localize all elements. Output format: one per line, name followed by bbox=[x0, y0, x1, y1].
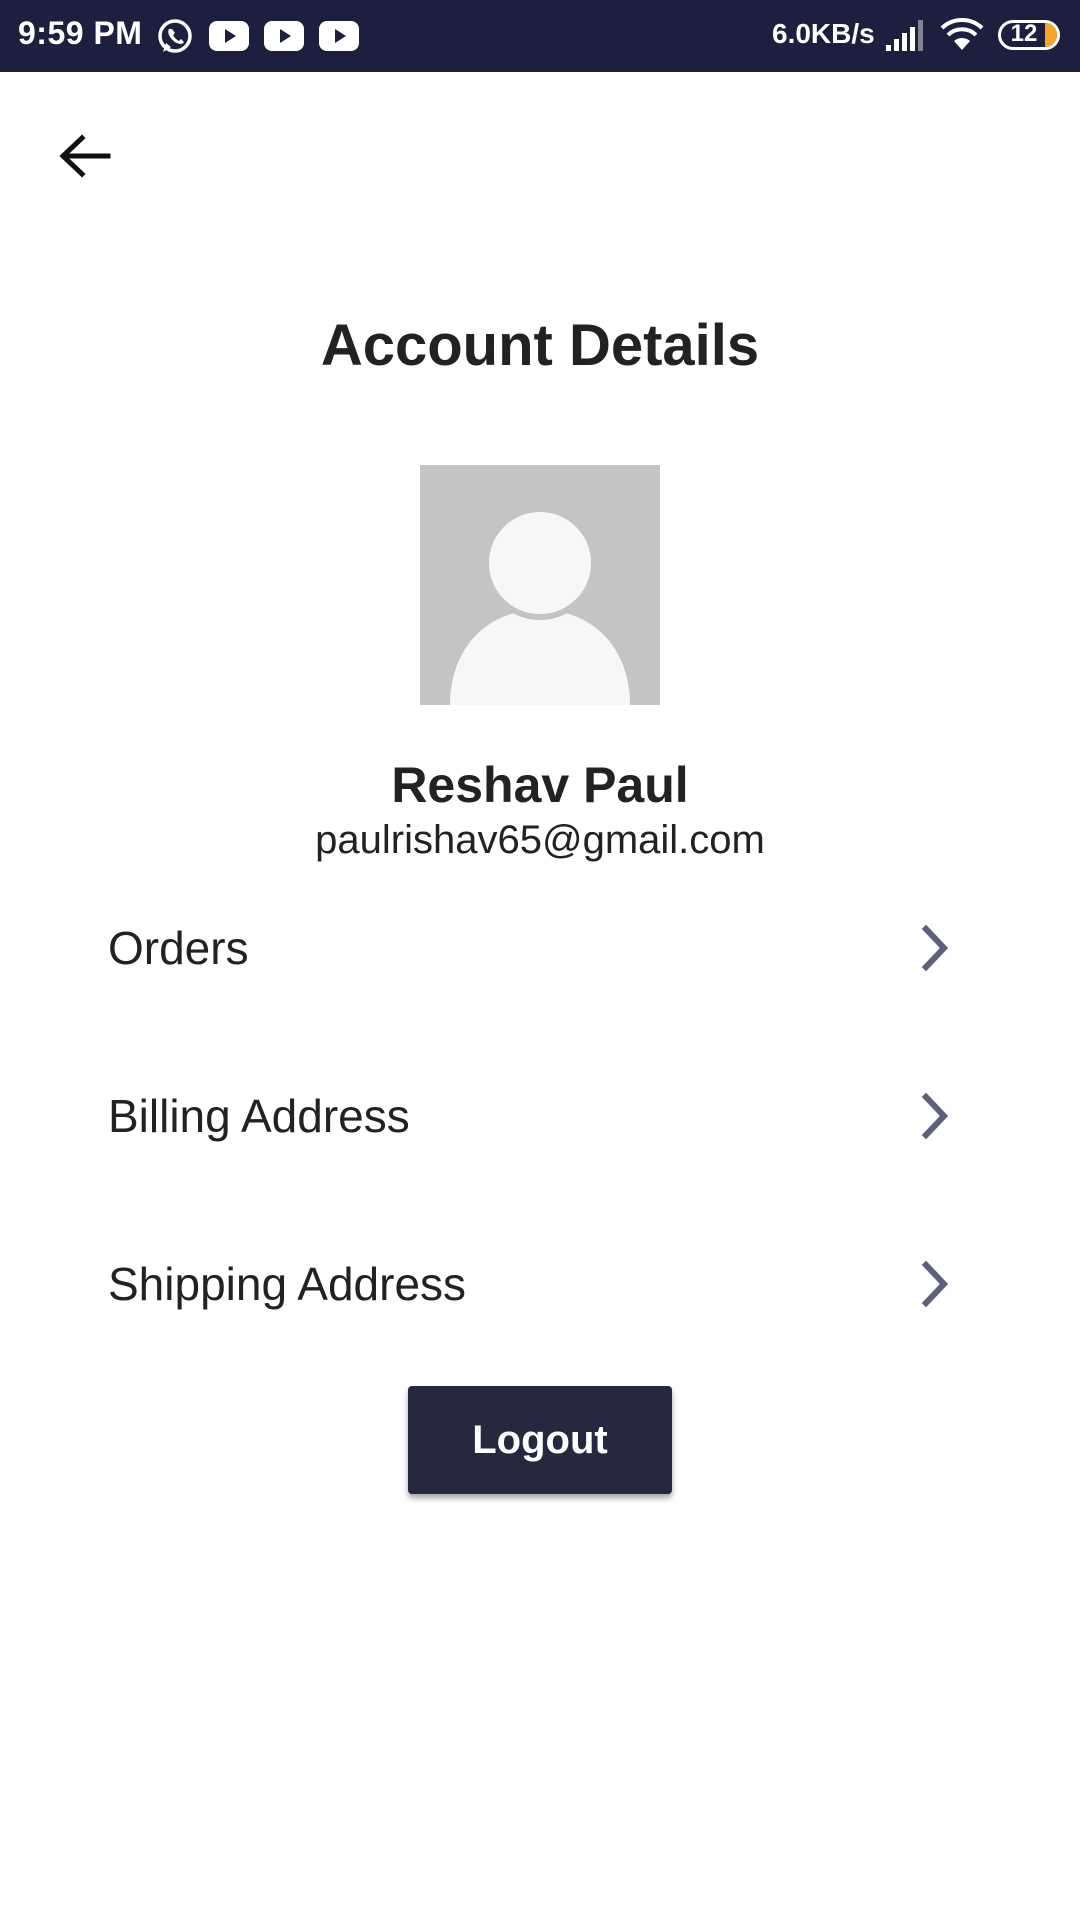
arrow-left-icon bbox=[59, 134, 111, 178]
avatar-placeholder-icon bbox=[420, 465, 660, 705]
page-title: Account Details bbox=[320, 313, 760, 378]
chevron-right-icon bbox=[921, 1260, 949, 1308]
battery-percent: 12 bbox=[1010, 20, 1038, 47]
whatsapp-icon bbox=[158, 19, 192, 53]
chevron-right-icon bbox=[921, 924, 949, 972]
chevron-right-icon bbox=[921, 1092, 949, 1140]
youtube-icon bbox=[319, 21, 359, 51]
battery-icon: 12 bbox=[998, 20, 1060, 50]
avatar bbox=[420, 465, 660, 705]
menu-item-orders[interactable]: Orders bbox=[108, 893, 968, 1003]
network-speed: 6.0KB/s bbox=[772, 18, 875, 49]
menu-item-billing-address[interactable]: Billing Address bbox=[108, 1061, 968, 1171]
menu-item-label: Orders bbox=[108, 922, 249, 974]
menu-item-label: Billing Address bbox=[108, 1090, 410, 1142]
signal-icon bbox=[886, 20, 923, 51]
wifi-icon bbox=[940, 18, 984, 50]
menu-item-label: Shipping Address bbox=[108, 1258, 467, 1310]
status-bar: 9:59 PM 6.0KB/s 12 bbox=[0, 0, 1080, 72]
user-name: Reshav Paul bbox=[391, 757, 689, 813]
menu-item-shipping-address[interactable]: Shipping Address bbox=[108, 1229, 968, 1339]
youtube-icon bbox=[264, 21, 304, 51]
back-button[interactable] bbox=[52, 126, 116, 190]
user-email: paulrishav65@gmail.com bbox=[315, 818, 765, 862]
status-time: 9:59 PM bbox=[18, 15, 143, 51]
account-details-screen: 9:59 PM 6.0KB/s 12 Account Details Resha… bbox=[0, 0, 1080, 1920]
logout-button[interactable]: Logout bbox=[408, 1386, 672, 1494]
youtube-icon bbox=[209, 21, 249, 51]
